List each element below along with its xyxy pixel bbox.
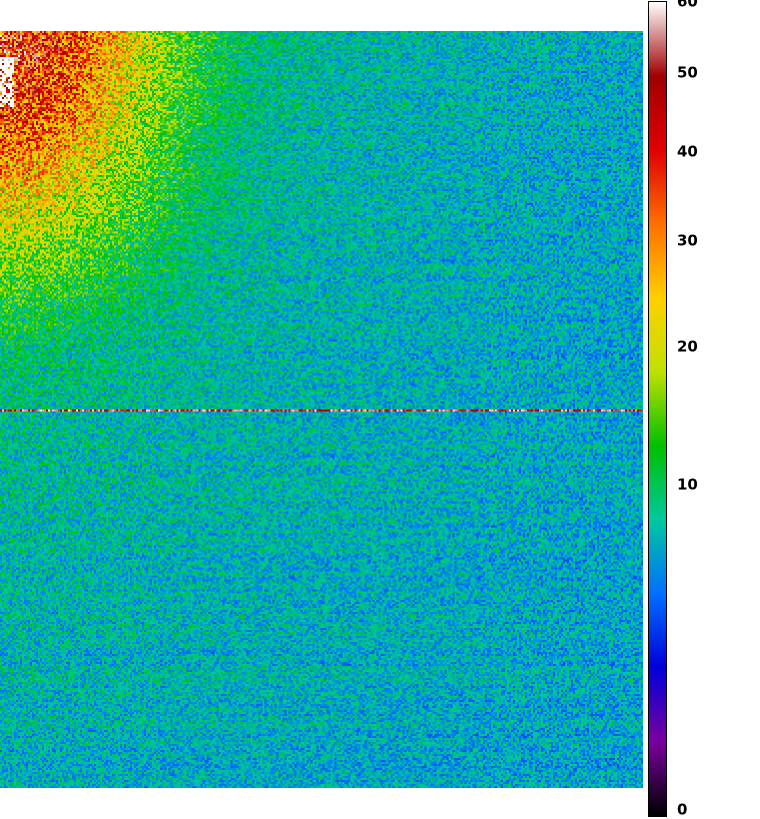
colorbar-tick-label: 30 bbox=[677, 231, 698, 250]
colorbar-gradient bbox=[648, 1, 667, 817]
colorbar-tick-label: 10 bbox=[677, 475, 698, 494]
colorbar-tick-label: 40 bbox=[677, 142, 698, 161]
heatmap-image bbox=[0, 31, 643, 788]
colorbar: 60 50 40 30 20 10 0 bbox=[648, 0, 760, 817]
colorbar-tick-label: 0 bbox=[677, 800, 688, 819]
colorbar-tick-label: 50 bbox=[677, 63, 698, 82]
colorbar-tick-label: 20 bbox=[677, 337, 698, 356]
colorbar-tick-label: 60 bbox=[677, 0, 698, 11]
